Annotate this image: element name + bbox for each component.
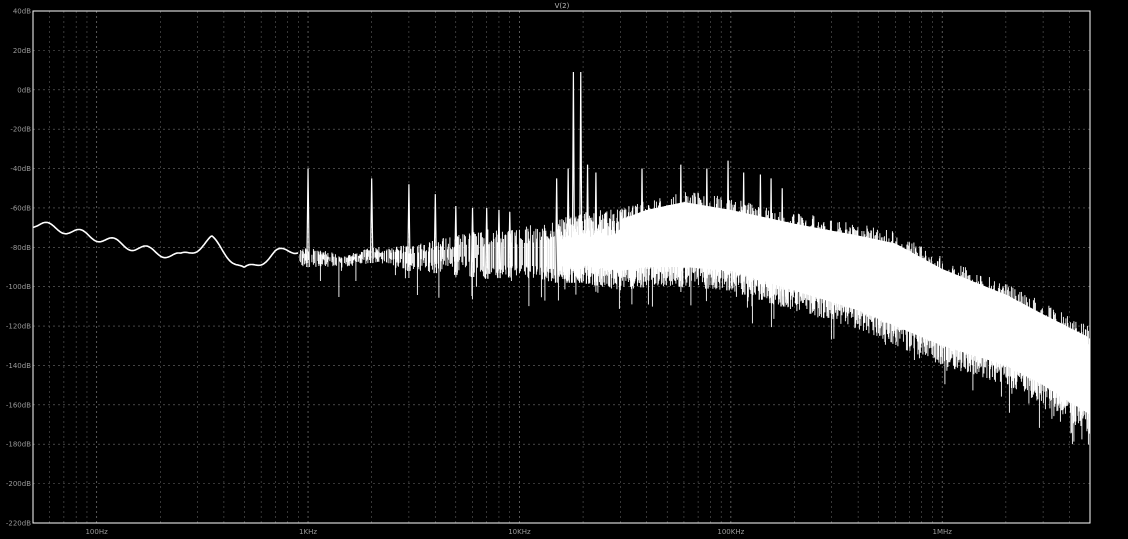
y-tick-label: -200dB <box>6 480 31 488</box>
x-tick-label: 100Hz <box>85 528 108 536</box>
spectrum-plot: 40dB 20dB 0dB -20dB -40dB -60dB -80dB -100dB -12… <box>0 0 1128 539</box>
x-tick-label: 1KHz <box>299 528 317 536</box>
y-tick-label: -80dB <box>10 244 31 252</box>
x-tick-label: 1MHz <box>933 528 953 536</box>
y-tick-label: -160dB <box>6 401 31 409</box>
y-tick-label: 40dB <box>13 8 31 16</box>
x-tick-label: 100KHz <box>717 528 744 536</box>
y-tick-label: -120dB <box>6 323 31 331</box>
y-tick-label: 0dB <box>17 86 31 94</box>
y-tick-label: 20dB <box>13 47 31 55</box>
chart-title: V(2) <box>555 2 570 10</box>
y-tick-label: -140dB <box>6 362 31 370</box>
x-tick-label: 10KHz <box>508 528 531 536</box>
y-tick-label: -40dB <box>10 165 31 173</box>
y-tick-label: -100dB <box>6 283 31 291</box>
y-tick-label: -180dB <box>6 441 31 449</box>
y-tick-label: -60dB <box>10 204 31 212</box>
y-tick-label: -20dB <box>10 126 31 134</box>
y-tick-label: -220dB <box>6 520 31 528</box>
